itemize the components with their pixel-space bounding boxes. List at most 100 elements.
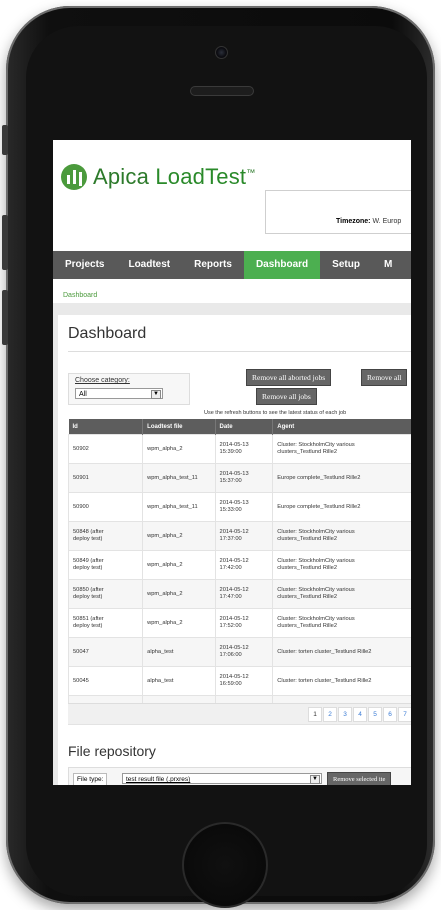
home-button[interactable] — [182, 822, 268, 908]
column-header-id[interactable]: Id — [68, 419, 144, 435]
cell-loadtest-file: wpm_alpha_2 — [142, 608, 216, 638]
table-row[interactable]: 50901 wpm_alpha_test_11 2014-05-13 15:37:0… — [67, 463, 411, 493]
cell-id: 50851 (after deploy test) — [67, 608, 144, 638]
chevron-down-icon: ▼ — [151, 390, 161, 399]
screen: Apica LoadTest™ Timezone: W. Europ Proje… — [53, 140, 411, 785]
refresh-hint: Use the refresh buttons to see the lates… — [204, 410, 347, 416]
volume-up-button — [2, 215, 8, 270]
remove-all-jobs-button[interactable]: Remove all jobs — [256, 388, 317, 405]
category-select[interactable]: All ▼ — [75, 388, 163, 399]
cell-agent: Europe complete_Testlund Rille2 — [272, 492, 411, 522]
page-link-5[interactable]: 5 — [368, 707, 382, 722]
cell-loadtest-file: wpm_alpha_2 — [142, 550, 216, 580]
cell-date: 2014-05-12 16:59:00 — [214, 666, 274, 696]
cell-loadtest-file: wpm_alpha_2 — [142, 521, 216, 551]
cell-date: 2014-05-13 15:37:00 — [214, 463, 274, 493]
apica-logo[interactable]: Apica LoadTest™ — [61, 162, 255, 192]
cell-date: 2014-05-13 15:33:00 — [214, 492, 274, 522]
file-type-select[interactable]: test result file (.prxres) ▼ — [122, 773, 322, 784]
page-link-6[interactable]: 6 — [383, 707, 397, 722]
cell-loadtest-file: alpha_test — [142, 637, 216, 667]
cell-agent: Cluster: StockholmCity various clusters_… — [272, 521, 411, 551]
remove-all-button[interactable]: Remove all — [361, 369, 408, 386]
front-camera — [215, 46, 228, 59]
page-link-7[interactable]: 7 — [398, 707, 411, 722]
file-repository-filter: File type: test result file (.prxres) ▼ … — [68, 767, 411, 785]
cell-date: 2014-05-12 17:37:00 — [214, 521, 274, 551]
file-type-label: File type: — [73, 773, 108, 785]
cell-agent: Cluster: StockholmCity various clusters_… — [272, 434, 411, 464]
table-row[interactable]: 50902 wpm_alpha_2 2014-05-13 15:39:00 Clust… — [67, 434, 411, 464]
jobs-table: Id Loadtest file Date Agent 50902 wpm_alp… — [67, 419, 411, 725]
cell-date: 2014-05-12 17:47:00 — [214, 579, 274, 609]
cell-id: 50848 (after deploy test) — [67, 521, 144, 551]
jobs-table-body: 50902 wpm_alpha_2 2014-05-13 15:39:00 Clust… — [67, 434, 411, 725]
table-row[interactable]: 50045 alpha_test 2014-05-12 16:59:00 Cluste… — [67, 666, 411, 696]
cell-id: 50902 — [67, 434, 144, 464]
page-link-4[interactable]: 4 — [353, 707, 367, 722]
cell-id: 50047 — [67, 637, 144, 667]
cell-agent: Europe complete_Testlund Rille2 — [272, 463, 411, 493]
table-row[interactable]: 50047 alpha_test 2014-05-12 17:06:00 Cluste… — [67, 637, 411, 667]
nav-item-projects[interactable]: Projects — [53, 251, 116, 279]
volume-down-button — [2, 290, 8, 345]
table-row[interactable]: 50850 (after deploy test) wpm_alpha_2 2014… — [67, 579, 411, 609]
main-nav: Projects Loadtest Reports Dashboard Setup M — [53, 251, 411, 279]
category-value: All — [79, 391, 87, 398]
column-header-loadtest-file[interactable]: Loadtest file — [142, 419, 216, 435]
remove-aborted-jobs-button[interactable]: Remove all aborted jobs — [246, 369, 332, 386]
cell-date: 2014-05-13 15:39:00 — [214, 434, 274, 464]
cell-date: 2014-05-12 17:06:00 — [214, 637, 274, 667]
cell-loadtest-file: wpm_alpha_2 — [142, 579, 216, 609]
bar-chart-logo-icon — [61, 164, 87, 190]
title-divider — [68, 351, 411, 352]
table-row[interactable]: 50900 wpm_alpha_test_11 2014-05-13 15:33:0… — [67, 492, 411, 522]
cell-id: 50849 (after deploy test) — [67, 550, 144, 580]
phone-frame: Apica LoadTest™ Timezone: W. Europ Proje… — [0, 0, 441, 910]
page-link-1[interactable]: 1 — [308, 707, 322, 722]
timezone-text: Timezone: W. Europ — [336, 218, 402, 225]
cell-agent: Cluster: StockholmCity various clusters_… — [272, 579, 411, 609]
nav-item-m[interactable]: M — [372, 251, 404, 279]
category-filter: Choose category: All ▼ — [68, 373, 190, 405]
category-label: Choose category: — [75, 377, 130, 384]
cell-agent: Cluster: StockholmCity various clusters_… — [272, 608, 411, 638]
cell-loadtest-file: wpm_alpha_2 — [142, 434, 216, 464]
page-title: Dashboard — [68, 325, 147, 342]
logo-text: Apica LoadTest™ — [93, 164, 256, 189]
table-header-row: Id Loadtest file Date Agent — [68, 419, 411, 435]
table-row[interactable]: 50848 (after deploy test) wpm_alpha_2 2014… — [67, 521, 411, 551]
cell-agent: Cluster: torten cluster_Testlund Rille2 — [272, 666, 411, 696]
nav-item-setup[interactable]: Setup — [320, 251, 372, 279]
column-header-agent[interactable]: Agent — [272, 419, 411, 435]
pagination: 12345678 — [68, 703, 411, 724]
page-link-2[interactable]: 2 — [323, 707, 337, 722]
nav-item-loadtest[interactable]: Loadtest — [116, 251, 182, 279]
remove-selected-items-button[interactable]: Remove selected ite — [327, 772, 392, 785]
cell-date: 2014-05-12 17:52:00 — [214, 608, 274, 638]
cell-id: 50901 — [67, 463, 144, 493]
cell-agent: Cluster: torten cluster_Testlund Rille2 — [272, 637, 411, 667]
file-repository-title: File repository — [68, 743, 156, 759]
column-header-date[interactable]: Date — [215, 419, 274, 435]
mute-switch — [2, 125, 8, 155]
cell-agent: Cluster: StockholmCity various clusters_… — [272, 550, 411, 580]
cell-loadtest-file: wpm_alpha_test_11 — [142, 492, 216, 522]
nav-item-reports[interactable]: Reports — [182, 251, 244, 279]
cell-loadtest-file: wpm_alpha_test_11 — [142, 463, 216, 493]
cell-id: 50045 — [67, 666, 144, 696]
cell-id: 50850 (after deploy test) — [67, 579, 144, 609]
user-info-box: Timezone: W. Europ — [265, 190, 411, 234]
table-row[interactable]: 50849 (after deploy test) wpm_alpha_2 2014… — [67, 550, 411, 580]
cell-id: 50900 — [67, 492, 144, 522]
page-link-3[interactable]: 3 — [338, 707, 352, 722]
nav-item-dashboard[interactable]: Dashboard — [243, 251, 321, 279]
cell-date: 2014-05-12 17:42:00 — [214, 550, 274, 580]
breadcrumb[interactable]: Dashboard — [63, 292, 97, 299]
table-row[interactable]: 50851 (after deploy test) wpm_alpha_2 2014… — [67, 608, 411, 638]
chevron-down-icon: ▼ — [310, 775, 320, 784]
file-type-value: test result file (.prxres) — [126, 776, 191, 783]
cell-loadtest-file: alpha_test — [142, 666, 216, 696]
dashboard-panel: Dashboard Choose category: All ▼ Remove … — [58, 315, 411, 785]
earpiece-speaker — [190, 86, 254, 96]
